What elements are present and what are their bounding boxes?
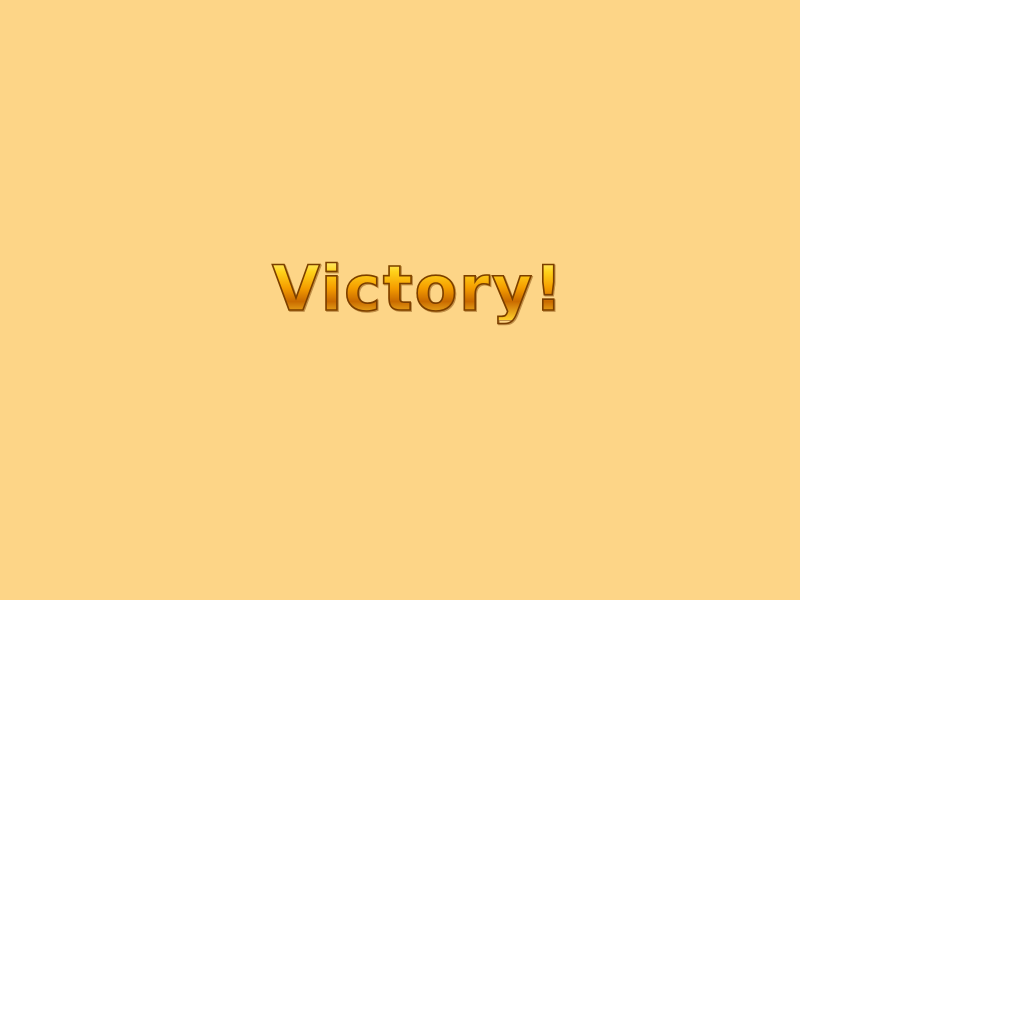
game-canvas[interactable]: Victory! — [0, 0, 800, 600]
victory-message: Victory! — [271, 252, 565, 325]
